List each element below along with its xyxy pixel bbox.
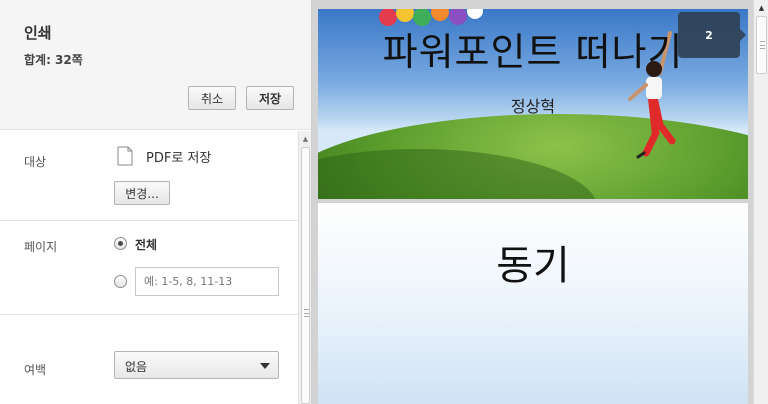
margins-label: 여백 [24, 363, 47, 377]
margins-select[interactable]: 없음 [114, 351, 279, 379]
print-settings-panel: 인쇄 합계: 32쪽 취소 저장 대상 PDF로 저장 변경... 페이지 전체… [0, 0, 311, 404]
cancel-button[interactable]: 취소 [188, 86, 236, 110]
pages-section: 페이지 전체 [0, 221, 298, 315]
margins-selected-value: 없음 [125, 360, 148, 374]
pages-all-label[interactable]: 전체 [135, 236, 157, 253]
scroll-up-arrow-icon[interactable]: ▲ [300, 133, 311, 145]
destination-name: PDF로 저장 [146, 151, 212, 166]
pages-all-radio[interactable] [114, 237, 127, 250]
print-preview: 파워포인트 떠나기 정상혁 동기 2 [311, 0, 753, 404]
change-destination-button[interactable]: 변경... [114, 181, 170, 205]
destination-section: 대상 PDF로 저장 변경... [0, 131, 298, 221]
page-total: 합계: 32쪽 [24, 53, 83, 67]
preview-scroll-thumb[interactable] [756, 16, 767, 74]
settings-list: 대상 PDF로 저장 변경... 페이지 전체 여백 없음 [0, 131, 298, 404]
destination-label: 대상 [24, 155, 47, 169]
slide-1-subtitle: 정상혁 [510, 97, 556, 116]
margins-section: 여백 없음 [0, 315, 298, 404]
scrollbar-grip-icon [760, 41, 765, 49]
page-number-badge: 2 [678, 12, 740, 58]
dropdown-caret-icon [260, 363, 270, 369]
slide-2-title: 동기 [496, 243, 570, 289]
document-icon [117, 146, 133, 166]
pages-range-radio[interactable] [114, 275, 127, 288]
preview-scrollbar[interactable]: ▲ [753, 0, 768, 404]
preview-page-2: 동기 [318, 203, 748, 404]
scroll-up-arrow-icon[interactable]: ▲ [756, 2, 767, 14]
settings-scrollbar[interactable]: ▲ [298, 131, 311, 404]
print-header: 인쇄 합계: 32쪽 취소 저장 [0, 0, 311, 130]
save-button[interactable]: 저장 [246, 86, 294, 110]
badge-pointer [740, 29, 746, 41]
print-title: 인쇄 [24, 24, 52, 42]
settings-scroll-thumb[interactable] [301, 147, 310, 404]
pages-label: 페이지 [24, 240, 58, 254]
page-range-input[interactable] [135, 267, 279, 296]
scrollbar-grip-icon [304, 309, 309, 317]
